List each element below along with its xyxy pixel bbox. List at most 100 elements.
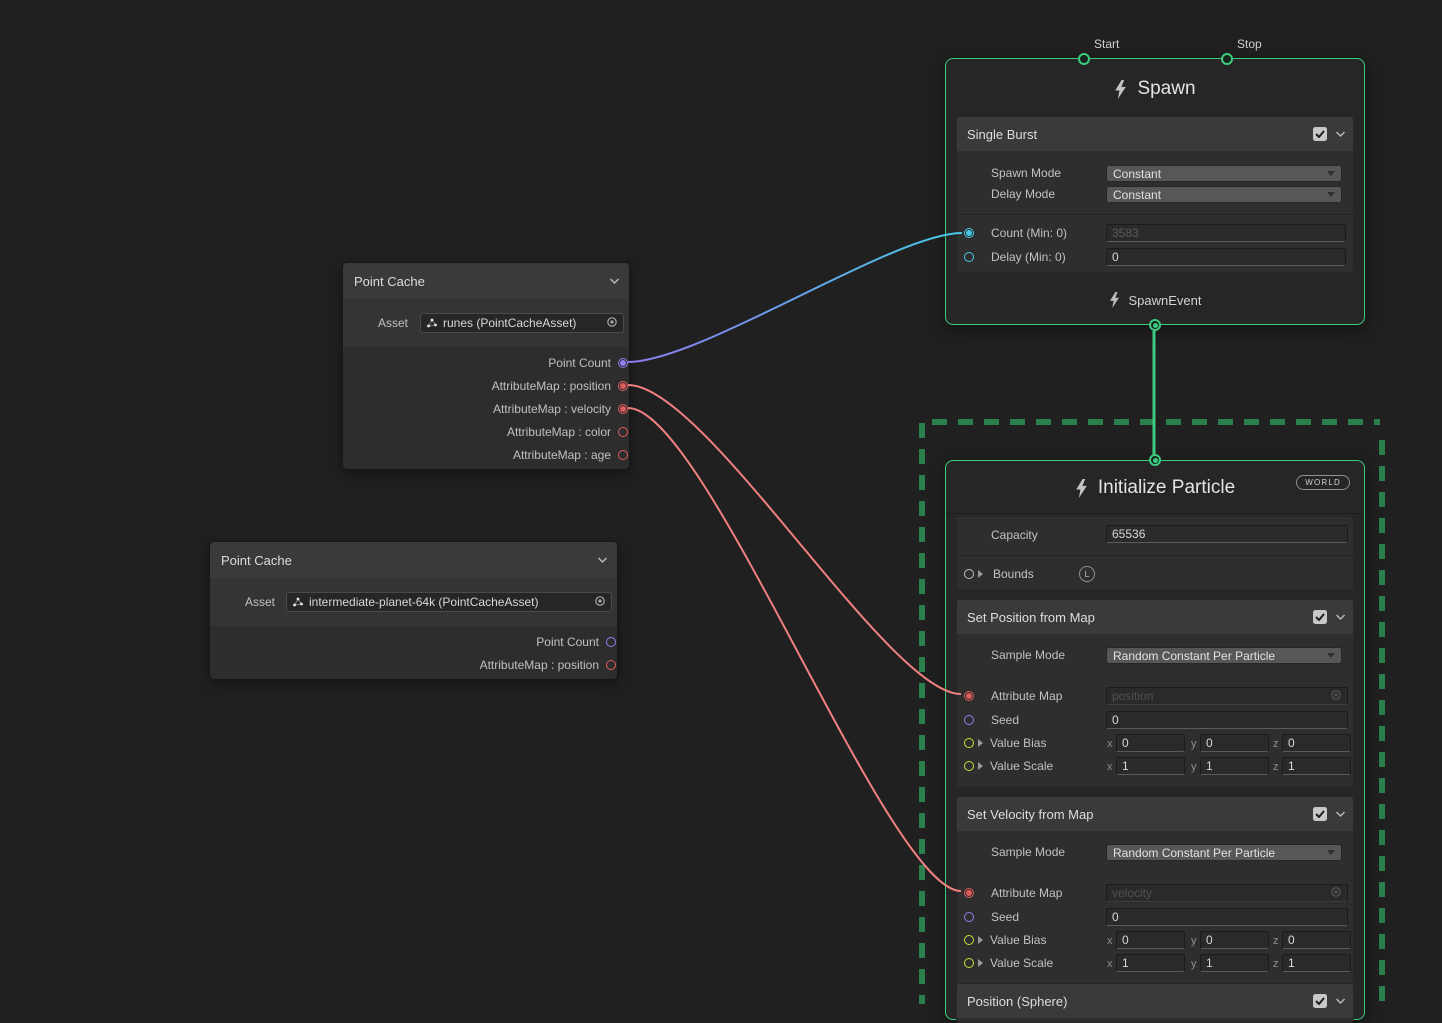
value-scale-label: Value Scale [990, 758, 1053, 775]
capacity-value: 65536 [1112, 527, 1145, 541]
block-position-sphere[interactable]: Position (Sphere) [956, 983, 1354, 1023]
sample-mode-label: Sample Mode [991, 844, 1065, 861]
value-bias-x: 0 [1122, 736, 1129, 750]
port-count-input[interactable] [964, 228, 974, 238]
port-attribute-map-input[interactable] [964, 888, 974, 898]
port-value-scale-input[interactable] [964, 958, 974, 968]
block-single-burst[interactable]: Single Burst Spawn Mode Constant Delay M… [956, 116, 1354, 273]
port-attributemap-velocity[interactable] [618, 404, 628, 414]
value-bias-x-field[interactable]: 0 [1116, 931, 1185, 949]
block-enabled-checkbox[interactable] [1313, 807, 1327, 821]
attribute-map-field[interactable]: position [1106, 687, 1348, 705]
delay-field[interactable]: 0 [1106, 248, 1346, 266]
seed-field[interactable]: 0 [1106, 908, 1348, 926]
delay-value: 0 [1112, 250, 1119, 264]
value-scale-y: 1 [1206, 956, 1213, 970]
block-header[interactable]: Position (Sphere) [957, 984, 1353, 1018]
value-bias-expander-icon[interactable] [978, 936, 983, 944]
block-set-position-from-map[interactable]: Set Position from Map Sample Mode Random… [956, 599, 1354, 787]
collapse-chevron-icon[interactable] [1335, 811, 1346, 818]
object-picker-icon[interactable] [594, 595, 606, 610]
point-cache-asset-icon [292, 596, 304, 608]
point-cache-asset-icon [426, 317, 438, 329]
attribute-map-field[interactable]: velocity [1106, 884, 1348, 902]
object-picker-icon[interactable] [606, 316, 618, 331]
single-burst-header[interactable]: Single Burst [957, 117, 1353, 151]
object-picker-icon[interactable] [1330, 689, 1342, 704]
node-point-cache-planet[interactable]: Point Cache Asset intermediate-planet-64… [209, 541, 618, 680]
value-scale-x-field[interactable]: 1 [1116, 954, 1185, 972]
value-scale-expander-icon[interactable] [978, 959, 983, 967]
axis-y-label: y [1191, 760, 1197, 774]
flow-port-stop[interactable] [1221, 53, 1233, 65]
port-attributemap-age[interactable] [618, 450, 628, 460]
delay-label: Delay (Min: 0) [991, 249, 1066, 266]
value-bias-y-field[interactable]: 0 [1200, 931, 1269, 949]
port-point-count[interactable] [606, 637, 616, 647]
asset-object-field[interactable]: intermediate-planet-64k (PointCacheAsset… [286, 592, 612, 612]
value-scale-z-field[interactable]: 1 [1282, 954, 1351, 972]
value-bias-expander-icon[interactable] [978, 739, 983, 747]
asset-object-field[interactable]: runes (PointCacheAsset) [420, 313, 624, 333]
delay-mode-dropdown[interactable]: Constant [1106, 186, 1342, 203]
vfx-graph-canvas[interactable]: { "colors": { "background": "#202020", "… [0, 0, 1442, 1004]
value-scale-expander-icon[interactable] [978, 762, 983, 770]
port-value-bias-input[interactable] [964, 738, 974, 748]
capacity-field[interactable]: 65536 [1106, 525, 1348, 543]
capacity-label: Capacity [991, 527, 1038, 544]
node-point-cache-runes[interactable]: Point Cache Asset runes (PointCacheAsset… [342, 262, 630, 470]
spawn-mode-value: Constant [1113, 167, 1161, 181]
block-header[interactable]: Set Velocity from Map [957, 797, 1353, 831]
check-icon [1315, 130, 1325, 138]
bounds-link-icon[interactable]: L [1079, 566, 1095, 582]
port-attributemap-color[interactable] [618, 427, 628, 437]
value-scale-z-field[interactable]: 1 [1282, 757, 1351, 775]
dropdown-arrow-icon [1327, 192, 1335, 197]
bounds-label: Bounds [993, 566, 1034, 583]
value-bias-z-field[interactable]: 0 [1282, 734, 1351, 752]
port-delay-input[interactable] [964, 252, 974, 262]
value-scale-y-field[interactable]: 1 [1200, 757, 1269, 775]
collapse-chevron-icon[interactable] [1335, 131, 1346, 138]
value-bias-x-field[interactable]: 0 [1116, 734, 1185, 752]
block-header[interactable]: Set Position from Map [957, 600, 1353, 634]
flow-port-start[interactable] [1078, 53, 1090, 65]
bounds-expander-icon[interactable] [978, 570, 983, 578]
node-spawn[interactable]: Start Stop Spawn Single Burst Spawn Mode… [945, 58, 1365, 325]
single-burst-enabled-checkbox[interactable] [1313, 127, 1327, 141]
flow-port-initialize-input[interactable] [1149, 454, 1161, 466]
port-value-bias-input[interactable] [964, 935, 974, 945]
collapse-chevron-icon[interactable] [1335, 614, 1346, 621]
flow-port-spawn-output[interactable] [1149, 319, 1161, 331]
count-field[interactable]: 3583 [1106, 224, 1346, 242]
node-initialize-particle[interactable]: Initialize Particle WORLD Capacity 65536… [945, 460, 1365, 1020]
port-attribute-map-input[interactable] [964, 691, 974, 701]
port-attributemap-position[interactable] [606, 660, 616, 670]
sample-mode-dropdown[interactable]: Random Constant Per Particle [1106, 647, 1342, 664]
port-value-scale-input[interactable] [964, 761, 974, 771]
value-scale-x-field[interactable]: 1 [1116, 757, 1185, 775]
value-bias-z-field[interactable]: 0 [1282, 931, 1351, 949]
collapse-chevron-icon[interactable] [609, 278, 620, 285]
seed-field[interactable]: 0 [1106, 711, 1348, 729]
point-cache-header[interactable]: Point Cache [210, 542, 617, 578]
port-seed-input[interactable] [964, 912, 974, 922]
port-seed-input[interactable] [964, 715, 974, 725]
port-attributemap-position[interactable] [618, 381, 628, 391]
port-bounds-input[interactable] [964, 569, 974, 579]
spawn-mode-label: Spawn Mode [991, 165, 1061, 182]
block-enabled-checkbox[interactable] [1313, 610, 1327, 624]
axis-z-label: z [1273, 760, 1279, 774]
object-picker-icon[interactable] [1330, 886, 1342, 901]
point-cache-header[interactable]: Point Cache [343, 263, 629, 299]
block-enabled-checkbox[interactable] [1313, 994, 1327, 1008]
port-point-count[interactable] [618, 358, 628, 368]
collapse-chevron-icon[interactable] [597, 557, 608, 564]
block-set-velocity-from-map[interactable]: Set Velocity from Map Sample Mode Random… [956, 796, 1354, 984]
spawn-mode-dropdown[interactable]: Constant [1106, 165, 1342, 182]
sample-mode-dropdown[interactable]: Random Constant Per Particle [1106, 844, 1342, 861]
value-scale-y-field[interactable]: 1 [1200, 954, 1269, 972]
value-bias-y-field[interactable]: 0 [1200, 734, 1269, 752]
space-badge-world[interactable]: WORLD [1296, 475, 1350, 490]
attribute-map-label: Attribute Map [991, 885, 1062, 902]
